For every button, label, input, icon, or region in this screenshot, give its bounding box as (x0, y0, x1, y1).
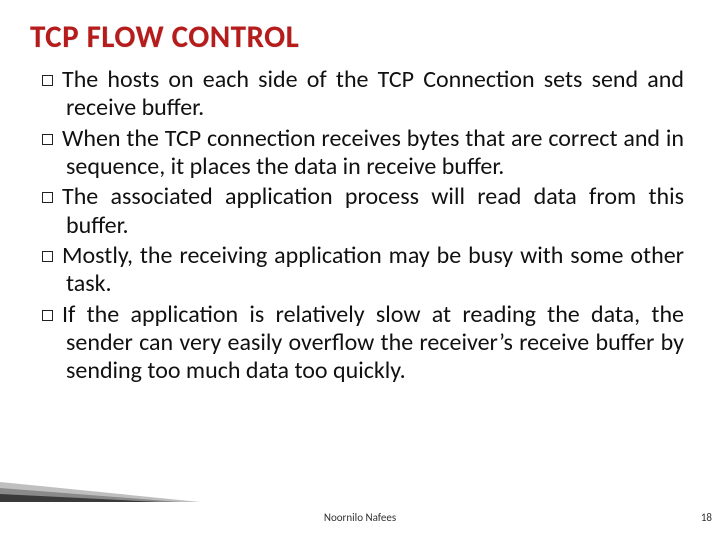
bullet-item: If the application is relatively slow at… (36, 301, 684, 386)
bullet-item: When the TCP connection receives bytes t… (36, 125, 684, 182)
slide: TCP FLOW CONTROL The hosts on each side … (0, 0, 720, 540)
square-bullet-icon (42, 310, 53, 321)
page-number: 18 (701, 511, 712, 524)
footer-author: Noornilo Nafees (0, 511, 720, 524)
square-bullet-icon (42, 192, 53, 203)
decorative-wedge-icon (0, 468, 200, 502)
bullet-text: Mostly, the receiving application may be… (62, 241, 684, 298)
square-bullet-icon (42, 134, 53, 145)
square-bullet-icon (42, 75, 53, 86)
square-bullet-icon (42, 251, 53, 262)
bullet-item: The hosts on each side of the TCP Connec… (36, 66, 684, 123)
bullet-text: The associated application process will … (62, 182, 684, 239)
bullet-text: If the application is relatively slow at… (62, 300, 684, 386)
bullet-item: Mostly, the receiving application may be… (36, 242, 684, 299)
bullet-text: When the TCP connection receives bytes t… (62, 124, 684, 181)
slide-title: TCP FLOW CONTROL (30, 18, 690, 56)
slide-body: The hosts on each side of the TCP Connec… (30, 66, 690, 385)
bullet-text: The hosts on each side of the TCP Connec… (62, 65, 684, 122)
bullet-item: The associated application process will … (36, 183, 684, 240)
